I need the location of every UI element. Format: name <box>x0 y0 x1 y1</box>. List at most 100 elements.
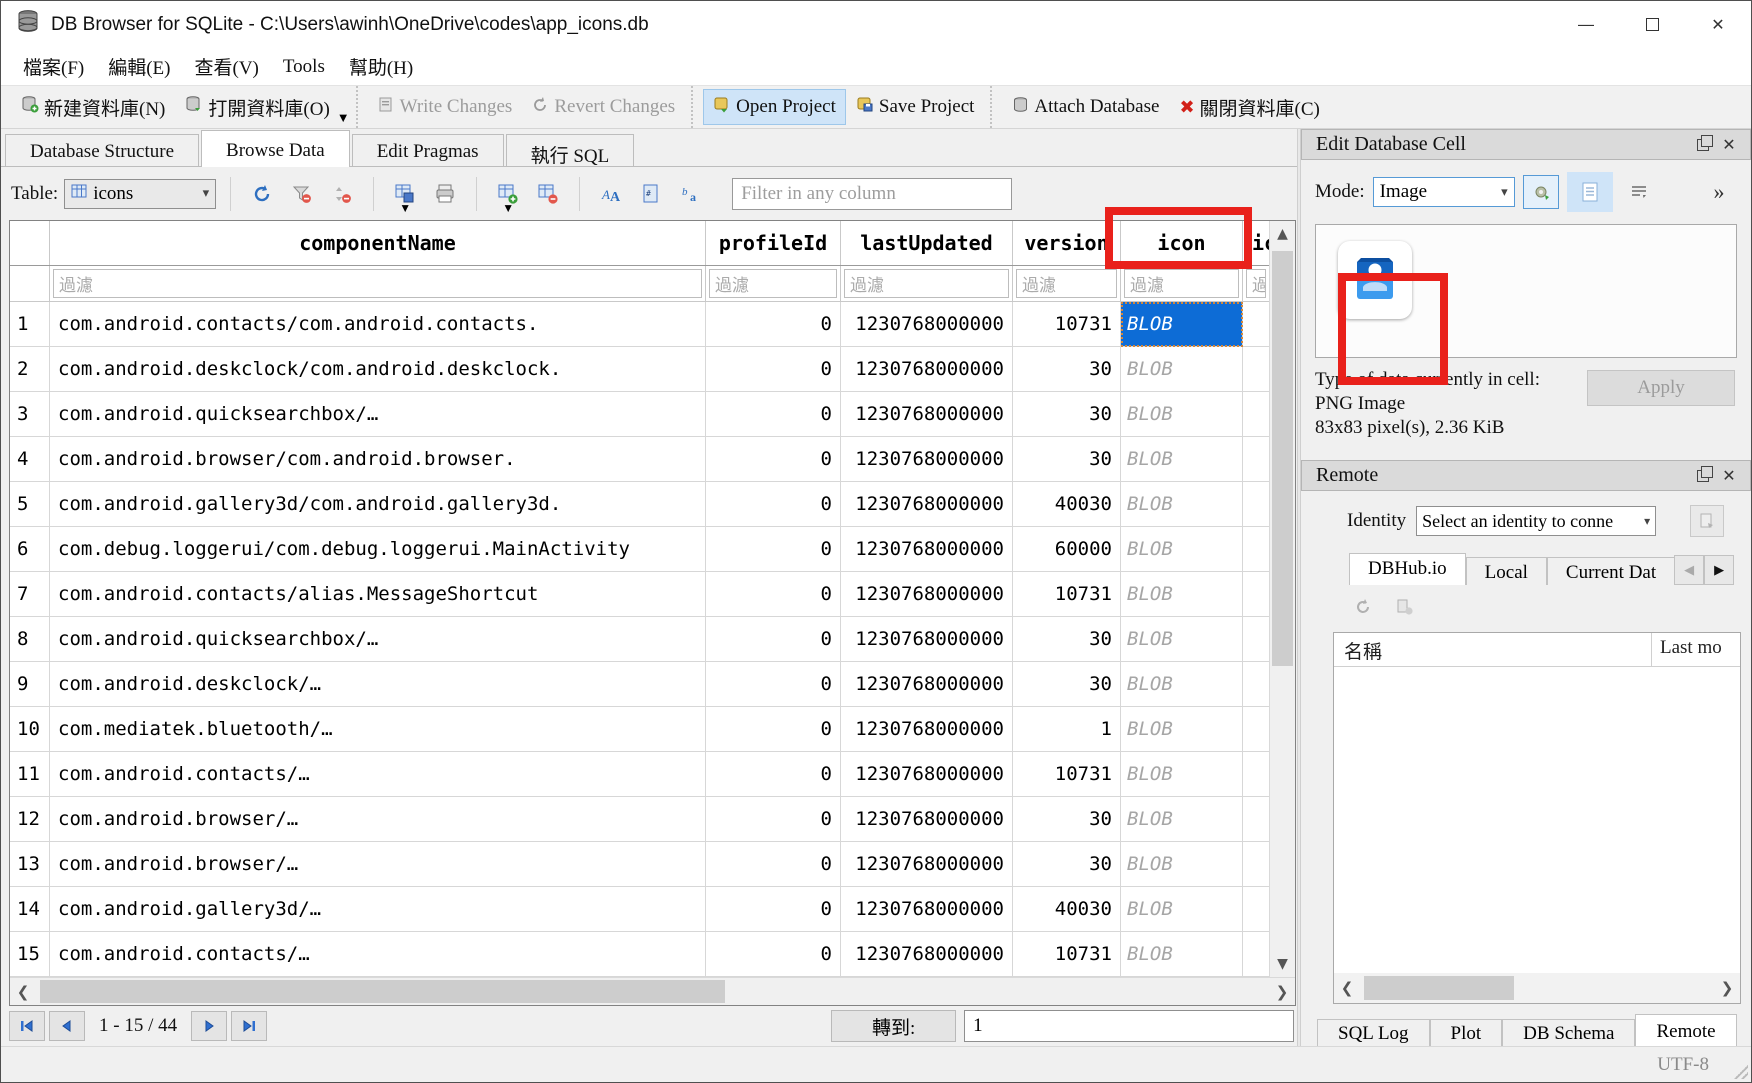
text-view-button[interactable] <box>1567 172 1613 212</box>
cell-icon-blob[interactable]: BLOB <box>1121 347 1243 392</box>
cell-lastUpdated[interactable]: 1230768000000 <box>841 572 1013 617</box>
remote-refresh-icon[interactable] <box>1353 597 1373 622</box>
vertical-scrollbar-thumb[interactable] <box>1272 251 1293 666</box>
cell-componentName[interactable]: com.android.browser/… <box>50 842 706 887</box>
identity-select[interactable]: Select an identity to conne ▾ <box>1416 506 1656 536</box>
cell-componentName[interactable]: com.android.contacts/alias.MessageShortc… <box>50 572 706 617</box>
cell-componentName[interactable]: com.android.contacts/… <box>50 752 706 797</box>
menu-h[interactable]: 幫助(H) <box>337 49 425 84</box>
cell-componentName[interactable]: com.android.browser/… <box>50 797 706 842</box>
menu-tools[interactable]: Tools <box>271 52 337 82</box>
cell-icon-blob[interactable]: BLOB <box>1121 887 1243 932</box>
cell-lastUpdated[interactable]: 1230768000000 <box>841 797 1013 842</box>
dock-tab-remote[interactable]: Remote <box>1635 1014 1736 1046</box>
goto-button[interactable]: 轉到: <box>831 1010 956 1042</box>
new-database-button[interactable]: 新建資料庫(N) <box>11 88 175 127</box>
cell-componentName[interactable]: com.android.browser/com.android.browser. <box>50 437 706 482</box>
mode-select[interactable]: Image ▾ <box>1373 177 1515 207</box>
column-header-version[interactable]: version <box>1013 221 1121 265</box>
clear-filters-button[interactable] <box>285 178 319 210</box>
filter-profileId[interactable]: 過濾 <box>706 266 841 301</box>
cell-icon-blob[interactable]: BLOB <box>1121 842 1243 887</box>
minimize-button[interactable]: ― <box>1553 1 1619 48</box>
menu-v[interactable]: 查看(V) <box>183 49 271 84</box>
menu-e[interactable]: 編輯(E) <box>96 49 182 84</box>
cell-version[interactable]: 30 <box>1013 392 1121 437</box>
row-number[interactable]: 14 <box>10 887 50 932</box>
cell-version[interactable]: 30 <box>1013 842 1121 887</box>
menu-f[interactable]: 檔案(F) <box>11 49 96 84</box>
cell-lastUpdated[interactable]: 1230768000000 <box>841 707 1013 752</box>
cell-icon-blob[interactable]: BLOB <box>1121 392 1243 437</box>
font-button[interactable]: AA <box>594 178 628 210</box>
cell-lastUpdated[interactable]: 1230768000000 <box>841 482 1013 527</box>
save-results-button[interactable]: ▼ <box>388 178 422 210</box>
close-database-button[interactable]: ✖ 關閉資料庫(C) <box>1169 88 1329 127</box>
open-project-button[interactable]: Open Project <box>703 89 846 125</box>
cell-lastUpdated[interactable]: 1230768000000 <box>841 932 1013 977</box>
cell-version[interactable]: 30 <box>1013 662 1121 707</box>
last-page-button[interactable] <box>231 1011 267 1041</box>
next-page-button[interactable] <box>191 1011 227 1041</box>
cell-icon-blob[interactable]: BLOB <box>1121 527 1243 572</box>
cell-profileId[interactable]: 0 <box>706 617 841 662</box>
row-number[interactable]: 5 <box>10 482 50 527</box>
close-panel-icon[interactable]: ✕ <box>1716 466 1742 485</box>
cell-version[interactable]: 40030 <box>1013 887 1121 932</box>
cell-profileId[interactable]: 0 <box>706 797 841 842</box>
tab-edit-pragmas[interactable]: Edit Pragmas <box>352 134 504 166</box>
insert-record-button[interactable]: ▼ <box>491 178 525 210</box>
open-database-dropdown-arrow[interactable]: ▼ <box>337 110 350 128</box>
horizontal-scrollbar-thumb[interactable] <box>40 980 725 1003</box>
cell-version[interactable]: 10731 <box>1013 572 1121 617</box>
row-number[interactable]: 4 <box>10 437 50 482</box>
remote-scrollbar-thumb[interactable] <box>1364 976 1514 1000</box>
cell-icon-blob[interactable]: BLOB <box>1121 662 1243 707</box>
first-page-button[interactable] <box>9 1011 45 1041</box>
maximize-button[interactable] <box>1619 1 1685 48</box>
cell-version[interactable]: 30 <box>1013 797 1121 842</box>
cell-componentName[interactable]: com.android.deskclock/com.android.deskcl… <box>50 347 706 392</box>
float-panel-icon[interactable] <box>1690 139 1716 151</box>
remote-clone-icon[interactable] <box>1395 597 1415 622</box>
row-number[interactable]: 12 <box>10 797 50 842</box>
binary-view-button[interactable]: # <box>634 178 668 210</box>
prev-page-button[interactable] <box>49 1011 85 1041</box>
cell-icon-blob[interactable]: BLOB <box>1121 482 1243 527</box>
tab-database-structure[interactable]: Database Structure <box>5 134 199 166</box>
resize-grip[interactable] <box>1734 1065 1748 1079</box>
cell-version[interactable]: 40030 <box>1013 482 1121 527</box>
cell-icon-blob[interactable]: BLOB <box>1121 302 1243 347</box>
insert-record-dropdown-arrow[interactable]: ▼ <box>502 201 514 216</box>
row-number[interactable]: 6 <box>10 527 50 572</box>
cell-version[interactable]: 30 <box>1013 347 1121 392</box>
column-header-lastUpdated[interactable]: lastUpdated <box>841 221 1013 265</box>
cell-componentName[interactable]: com.android.gallery3d/com.android.galler… <box>50 482 706 527</box>
word-wrap-button[interactable] <box>1621 175 1657 209</box>
cell-version[interactable]: 10731 <box>1013 932 1121 977</box>
cell-profileId[interactable]: 0 <box>706 392 841 437</box>
save-results-dropdown-arrow[interactable]: ▼ <box>399 201 411 216</box>
cell-lastUpdated[interactable]: 1230768000000 <box>841 662 1013 707</box>
open-database-button[interactable]: 打開資料庫(O) <box>175 88 339 127</box>
cell-componentName[interactable]: com.mediatek.bluetooth/… <box>50 707 706 752</box>
remote-tabs-scroll-right-icon[interactable]: ▶ <box>1704 555 1734 585</box>
write-changes-button[interactable]: Write Changes <box>368 90 523 125</box>
cell-icon-blob[interactable]: BLOB <box>1121 797 1243 842</box>
filter-any-column-input[interactable]: Filter in any column <box>732 178 1012 210</box>
delete-record-button[interactable] <box>531 178 565 210</box>
cell-version[interactable]: 1 <box>1013 707 1121 752</box>
filter-version[interactable]: 過濾 <box>1013 266 1121 301</box>
cell-lastUpdated[interactable]: 1230768000000 <box>841 347 1013 392</box>
filter-componentName[interactable]: 過濾 <box>50 266 706 301</box>
column-header-icon[interactable]: icon <box>1121 221 1243 265</box>
print-button[interactable] <box>428 178 462 210</box>
cell-icon-blob[interactable]: BLOB <box>1121 572 1243 617</box>
cell-lastUpdated[interactable]: 1230768000000 <box>841 302 1013 347</box>
row-number[interactable]: 9 <box>10 662 50 707</box>
column-header-partial[interactable]: ic <box>1243 221 1269 265</box>
row-number[interactable]: 8 <box>10 617 50 662</box>
cell-icon-blob[interactable]: BLOB <box>1121 707 1243 752</box>
attach-database-button[interactable]: Attach Database <box>1002 90 1169 125</box>
clear-sort-button[interactable] <box>325 178 359 210</box>
